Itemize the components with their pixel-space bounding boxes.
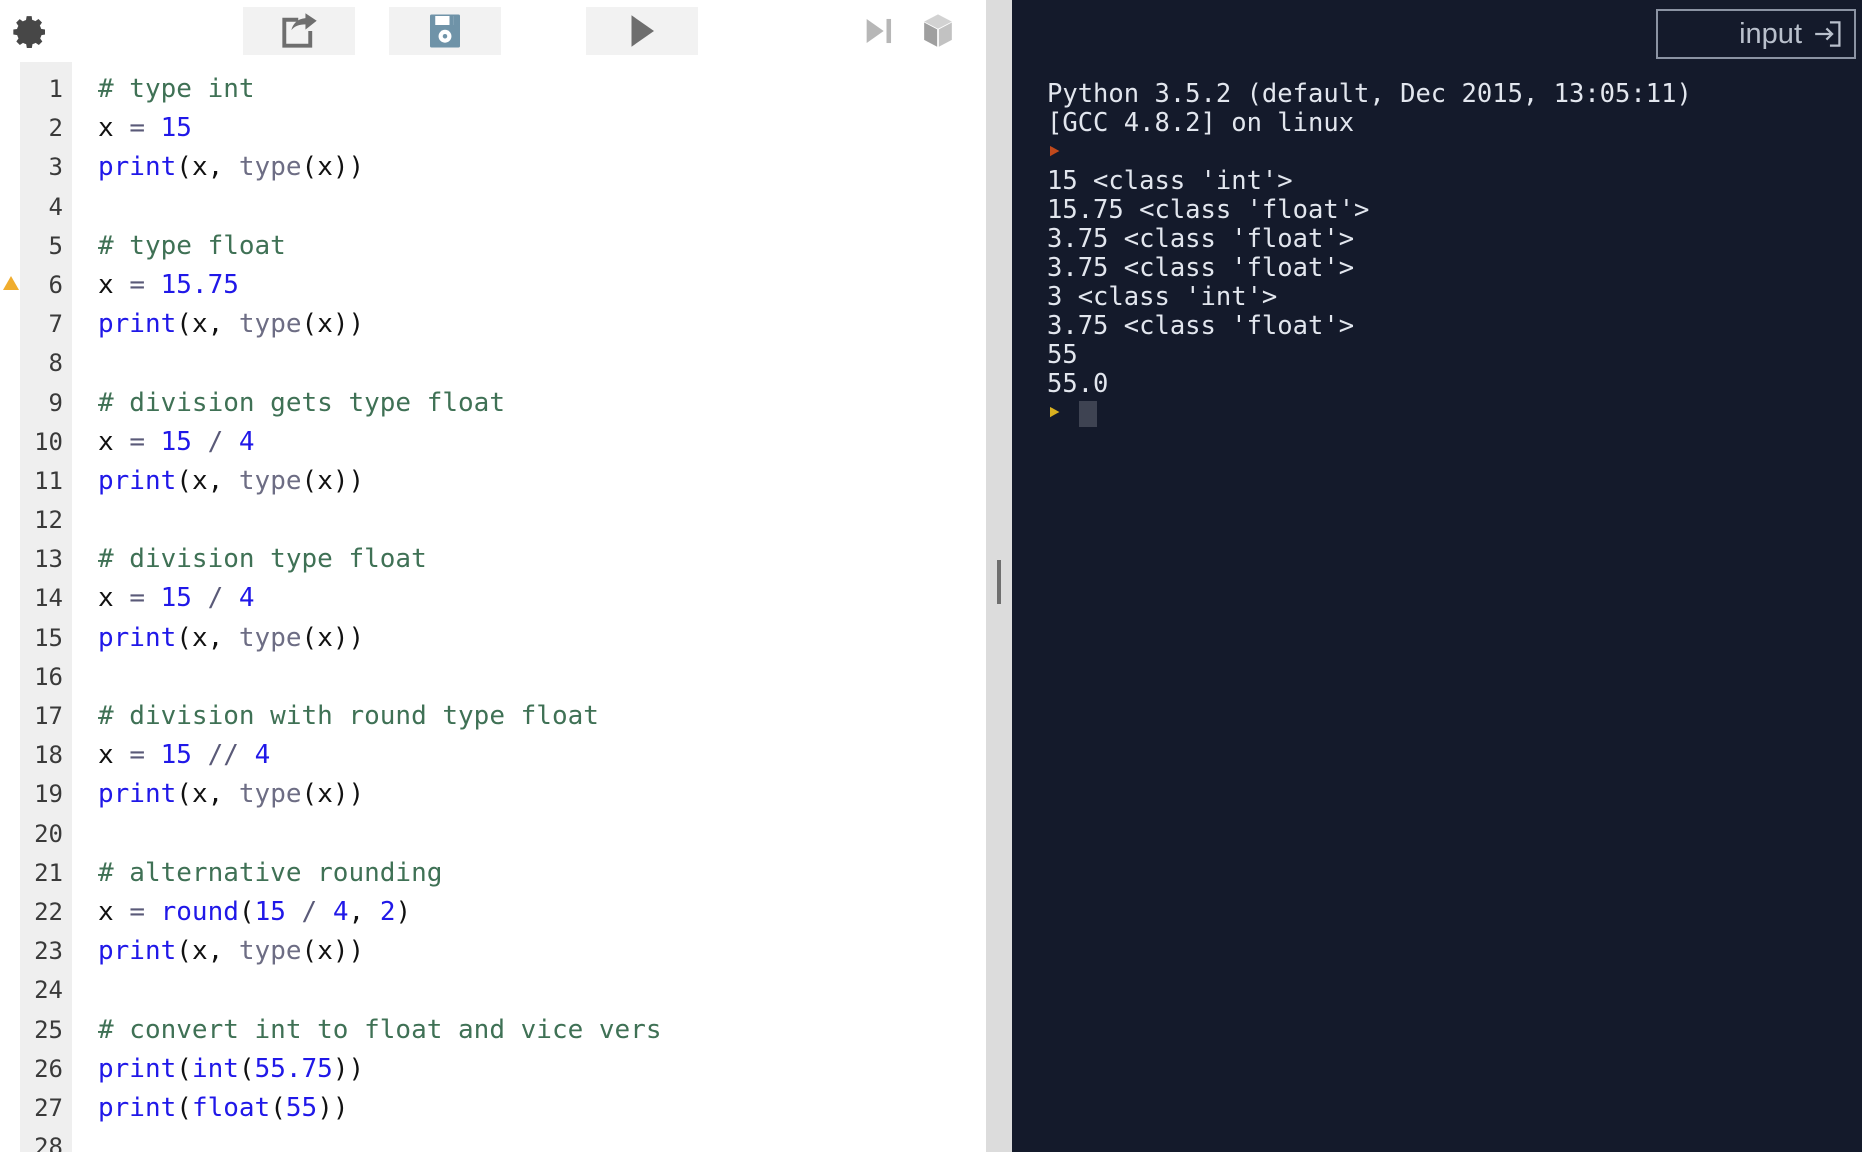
code-line: print(x, type(x)) [98,936,365,967]
line-number: 16 [34,662,63,691]
code-line: x = 15 / 4 [98,583,255,614]
console-line: 3.75 <class 'float'> [1047,253,1355,283]
line-number: 5 [48,231,63,260]
editor-toolbar [0,0,986,108]
code-line: # alternative rounding [98,857,443,888]
line-number: 13 [34,545,63,574]
code-line: x = 15 / 4 [98,426,255,457]
editor-scrollbar[interactable] [973,0,986,1152]
line-number: 10 [34,427,63,456]
line-number: 2 [48,114,63,143]
line-number: 18 [34,741,63,770]
code-line: print(x, type(x)) [98,152,365,183]
line-number: 21 [34,858,63,887]
code-line: # convert int to float and vice vers [98,1014,662,1045]
code-line: print(float(55)) [98,1092,349,1123]
line-number: 27 [34,1093,63,1122]
code-editor[interactable]: 1 2 3 4 5 6 7 8 9 10 11 12 13 14 15 16 17 18 19 20 21 22 23 24 2… [0,62,986,1152]
line-number: 23 [34,937,63,966]
package-cube-icon[interactable] [915,8,961,54]
code-line: print(x, type(x)) [98,622,365,653]
pane-splitter[interactable] [986,0,1012,1152]
console-line: 15.75 <class 'float'> [1047,195,1370,225]
line-number: 26 [34,1054,63,1083]
editor-pane: 1 2 3 4 5 6 7 8 9 10 11 12 13 14 15 16 17 18 19 20 21 22 23 24 2… [0,0,986,1152]
line-number: 3 [48,153,63,182]
code-line: print(x, type(x)) [98,309,365,340]
code-line: # division gets type float [98,387,505,418]
code-line: # type float [98,230,286,261]
line-number: 25 [34,1015,63,1044]
console-input-prompt: ‣ [1047,399,1852,428]
settings-gear-icon[interactable] [4,6,56,58]
code-line: x = 15 [98,113,192,144]
console-pane: input Python 3.5.2 (default, Dec 2015, 1… [1012,0,1862,1152]
line-number: 24 [34,976,63,1005]
warning-marker-icon[interactable] [3,276,19,290]
code-line: print(int(55.75)) [98,1053,365,1084]
console-prompt-marker: ‣ [1047,138,1062,166]
line-number: 1 [48,75,63,103]
line-number: 19 [34,780,63,809]
console-output: Python 3.5.2 (default, Dec 2015, 13:05:1… [1047,80,1852,1142]
console-line: 3 <class 'int'> [1047,282,1278,312]
save-button[interactable] [389,7,501,55]
line-number: 9 [48,388,63,417]
text-cursor [1079,400,1098,427]
line-number-gutter: 1 2 3 4 5 6 7 8 9 10 11 12 13 14 15 16 17 18 19 20 21 22 23 24 2… [20,62,72,1152]
code-line: print(x, type(x)) [98,779,365,810]
line-number: 6 [48,270,63,299]
splitter-handle[interactable] [997,560,1001,604]
run-button[interactable] [586,7,698,55]
code-line: print(x, type(x)) [98,465,365,496]
console-line: Python 3.5.2 (default, Dec 2015, 13:05:1… [1047,80,1692,109]
line-number: 22 [34,897,63,926]
line-number: 20 [34,819,63,848]
code-line: x = round(15 / 4, 2) [98,896,412,927]
console-line: 3.75 <class 'float'> [1047,311,1355,341]
console-line: 55.0 [1047,369,1109,399]
console-line: 15 <class 'int'> [1047,166,1293,196]
line-number: 17 [34,702,63,730]
console-line: 55 [1047,340,1078,370]
code-line: x = 15 // 4 [98,740,271,771]
line-number: 15 [34,623,63,652]
line-number: 7 [48,310,63,339]
login-arrow-icon [1815,21,1841,47]
gutter-marker-column [0,62,20,1152]
code-content[interactable]: # type int x = 15 print(x, type(x)) # type… [72,62,986,1152]
line-number: 8 [48,349,63,378]
share-export-button[interactable] [243,7,355,55]
line-number: 4 [48,192,63,221]
line-number: 12 [34,506,63,535]
input-button[interactable]: input [1656,9,1856,59]
code-line: # division with round type float [98,701,599,731]
code-line: x = 15.75 [98,269,239,300]
code-line: # division type float [98,544,427,575]
console-line: [GCC 4.8.2] on linux [1047,108,1355,138]
line-number: 11 [34,466,63,495]
line-number: 28 [34,1133,63,1152]
step-over-icon[interactable] [855,8,901,54]
console-line: 3.75 <class 'float'> [1047,224,1355,254]
ide-window: 1 2 3 4 5 6 7 8 9 10 11 12 13 14 15 16 17 18 19 20 21 22 23 24 2… [0,0,1862,1152]
input-button-label: input [1739,17,1802,50]
code-line: # type int [98,74,255,104]
line-number: 14 [34,584,63,613]
